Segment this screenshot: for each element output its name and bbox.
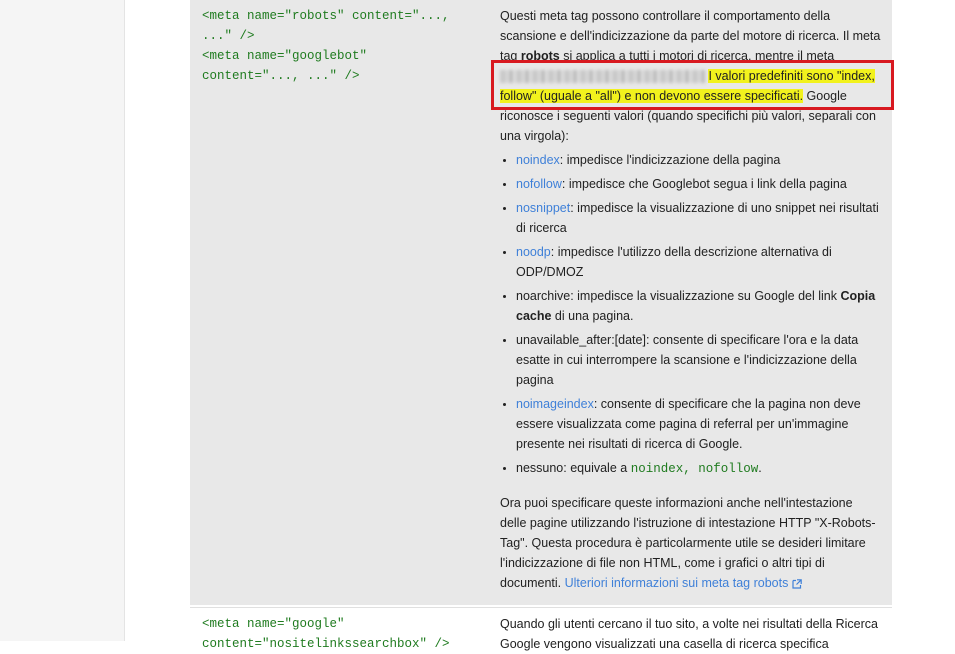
left-gutter — [0, 0, 125, 641]
intro-paragraph: Questi meta tag possono controllare il c… — [500, 6, 882, 146]
list-item-text: : impedisce la visualizzazione su Google… — [570, 289, 841, 303]
code-cell: <meta name="robots" content="..., ..." /… — [190, 0, 488, 605]
sitelinks-paragraph: Quando gli utenti cercano il tuo sito, a… — [500, 617, 878, 651]
robots-values-list: noindex: impedisce l'indicizzazione dell… — [500, 150, 882, 479]
list-item: noodp: impedisce l'utilizzo della descri… — [500, 242, 882, 282]
code-line: <meta name="robots" content="..., — [202, 9, 450, 23]
list-item: unavailable_after:[date]: consente di sp… — [500, 330, 882, 390]
description-cell: Quando gli utenti cercano il tuo sito, a… — [488, 608, 892, 651]
noodp-link[interactable]: noodp — [516, 245, 551, 259]
list-item-text: . — [758, 461, 762, 475]
list-item: noindex: impedisce l'indicizzazione dell… — [500, 150, 882, 170]
list-item: nosnippet: impedisce la visualizzazione … — [500, 198, 882, 238]
list-item: nofollow: impedisce che Googlebot segua … — [500, 174, 882, 194]
code-line: content="nositelinkssearchbox" /> — [202, 637, 450, 651]
robots-term: robots — [520, 49, 560, 63]
nessuno-term: nessuno — [516, 461, 564, 475]
code-line: ..." /> — [202, 29, 255, 43]
table-row: <meta name="google" content="nositelinks… — [190, 607, 892, 651]
list-item: noarchive: impedisce la visualizzazione … — [500, 286, 882, 326]
code-line: <meta name="google" — [202, 617, 345, 631]
list-item-text: : impedisce la visualizzazione di uno sn… — [516, 201, 879, 235]
noimageindex-link[interactable]: noimageindex — [516, 397, 594, 411]
nosnippet-link[interactable]: nosnippet — [516, 201, 570, 215]
external-link-icon — [792, 578, 803, 589]
list-item: noimageindex: consente di specificare ch… — [500, 394, 882, 454]
list-item: nessuno: equivale a noindex, nofollow. — [500, 458, 882, 479]
list-item-text: : impedisce l'indicizzazione della pagin… — [559, 153, 781, 167]
blurred-text — [500, 70, 705, 84]
code-line: content="..., ..." /> — [202, 69, 360, 83]
description-cell: Questi meta tag possono controllare il c… — [488, 0, 892, 605]
code-line: <meta name="googlebot" — [202, 49, 368, 63]
list-item-text: : equivale a — [563, 461, 631, 475]
unavailable-after-term: unavailable_after:[date] — [516, 333, 646, 347]
table-row: <meta name="robots" content="..., ..." /… — [190, 0, 892, 605]
list-item-text: di una pagina. — [551, 309, 634, 323]
list-item-text: : impedisce che Googlebot segua i link d… — [561, 177, 847, 191]
list-item-text: : impedisce l'utilizzo della descrizione… — [516, 245, 832, 279]
nofollow-link[interactable]: nofollow — [516, 177, 562, 191]
noindex-nofollow-code: noindex, nofollow — [630, 462, 759, 476]
noarchive-term: noarchive — [516, 289, 571, 303]
intro-text-2: si applica a tutti i motori di ricerca, … — [559, 49, 835, 63]
more-link-label: Ulteriori informazioni sui meta tag robo… — [564, 576, 789, 590]
noindex-link[interactable]: noindex — [516, 153, 560, 167]
code-cell: <meta name="google" content="nositelinks… — [190, 608, 488, 651]
robots-meta-more-link[interactable]: Ulteriori informazioni sui meta tag robo… — [565, 576, 803, 590]
x-robots-paragraph: Ora puoi specificare queste informazioni… — [500, 493, 882, 593]
